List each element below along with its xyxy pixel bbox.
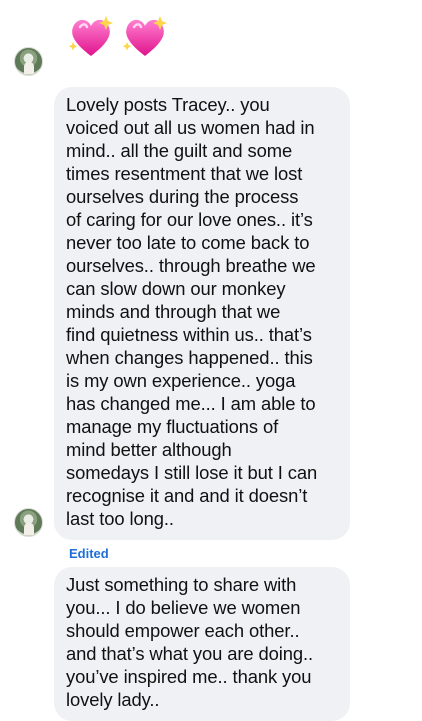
- message-text: Just something to share with you... I do…: [66, 573, 340, 711]
- message-line: and that’s what you are doing..: [66, 643, 314, 664]
- message-line: mind.. all the guilt and some: [66, 140, 293, 161]
- avatar[interactable]: [14, 508, 43, 537]
- message-line: mind better although: [66, 439, 232, 460]
- message-line: ourselves during the process: [66, 186, 299, 207]
- message-line: Lovely posts Tracey.. you: [66, 94, 270, 115]
- sparkling-heart-icon: [122, 16, 167, 56]
- message-line: is my own experience.. yoga: [66, 370, 296, 391]
- message-bubble[interactable]: Just something to share with you... I do…: [54, 567, 350, 721]
- message-line: of caring for our love ones.. it’s: [66, 209, 313, 230]
- edited-label[interactable]: Edited: [69, 546, 109, 561]
- message-line: Just something to share with: [66, 574, 297, 595]
- message-line: has changed me... I am able to: [66, 393, 316, 414]
- sparkling-heart-icon: [68, 16, 113, 56]
- message-line: you... I do believe we women: [66, 597, 301, 618]
- message-line: last too long..: [66, 508, 174, 529]
- message-line: find quietness within us.. that’s: [66, 324, 312, 345]
- message-line: when changes happened.. this: [66, 347, 313, 368]
- message-line: can slow down our monkey: [66, 278, 286, 299]
- message-line: times resentment that we lost: [66, 163, 303, 184]
- message-text: Lovely posts Tracey.. you voiced out all…: [66, 93, 340, 530]
- message-line: voiced out all us women had in: [66, 117, 315, 138]
- message-bubble[interactable]: Lovely posts Tracey.. you voiced out all…: [54, 87, 350, 540]
- message-line: somedays I still lose it but I can: [66, 462, 318, 483]
- message-line: recognise it and and it doesn’t: [66, 485, 308, 506]
- reaction-row: [66, 12, 170, 62]
- message-line: ourselves.. through breathe we: [66, 255, 316, 276]
- message-line: should empower each other..: [66, 620, 300, 641]
- message-line: never too late to come back to: [66, 232, 310, 253]
- message-line: manage my fluctuations of: [66, 416, 279, 437]
- message-line: minds and through that we: [66, 301, 281, 322]
- message-line: you’ve inspired me.. thank you: [66, 666, 312, 687]
- message-line: lovely lady..: [66, 689, 160, 710]
- avatar[interactable]: [14, 47, 43, 76]
